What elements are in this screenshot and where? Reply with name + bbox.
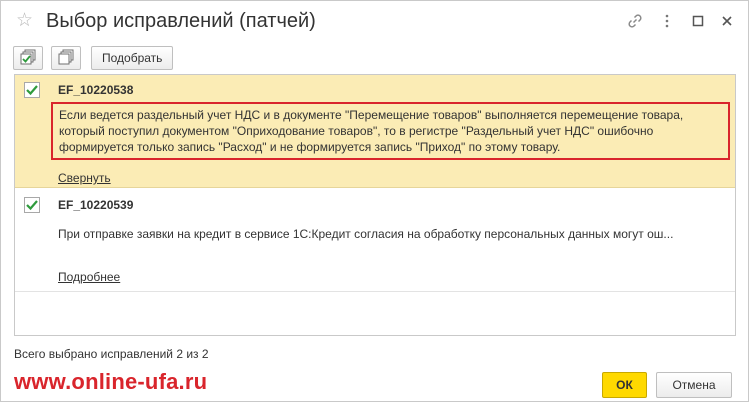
patch-selection-dialog: ☆ Выбор исправлений (патчей) Подобрать E…	[0, 0, 749, 402]
patch-list: EF_10220538 Если ведется раздельный учет…	[14, 74, 736, 336]
patch-description: При отправке заявки на кредит в сервисе …	[58, 227, 674, 241]
more-actions-icon[interactable]	[657, 11, 677, 31]
link-icon[interactable]	[625, 11, 645, 31]
close-icon[interactable]	[717, 11, 737, 31]
details-link[interactable]: Подробнее	[58, 270, 120, 284]
pick-button[interactable]: Подобрать	[91, 46, 174, 70]
selection-status: Всего выбрано исправлений 2 из 2	[14, 347, 209, 361]
favorite-star-icon[interactable]: ☆	[16, 10, 33, 30]
list-item[interactable]: EF_10220538 Если ведется раздельный учет…	[15, 75, 735, 188]
cancel-button[interactable]: Отмена	[656, 372, 732, 398]
dialog-title: Выбор исправлений (патчей)	[46, 10, 316, 32]
check-all-icon	[20, 49, 36, 68]
patch-code: EF_10220539	[58, 198, 134, 212]
title-bar: ☆ Выбор исправлений (патчей)	[1, 1, 748, 41]
select-all-button[interactable]	[13, 46, 43, 70]
checkmark-icon	[26, 85, 38, 96]
row-divider	[15, 291, 735, 292]
ok-button[interactable]: ОК	[602, 372, 647, 398]
copy-button[interactable]	[51, 46, 81, 70]
patch-code: EF_10220538	[58, 83, 134, 97]
checkmark-icon	[26, 200, 38, 211]
item-checkbox[interactable]	[24, 82, 40, 98]
patch-description: Если ведется раздельный учет НДС и в док…	[51, 102, 730, 160]
list-item[interactable]: EF_10220539 При отправке заявки на креди…	[15, 189, 735, 291]
maximize-icon[interactable]	[688, 11, 708, 31]
watermark: www.online-ufa.ru	[14, 369, 208, 394]
collapse-link[interactable]: Свернуть	[58, 171, 111, 185]
copy-icon	[58, 49, 74, 68]
item-checkbox[interactable]	[24, 197, 40, 213]
